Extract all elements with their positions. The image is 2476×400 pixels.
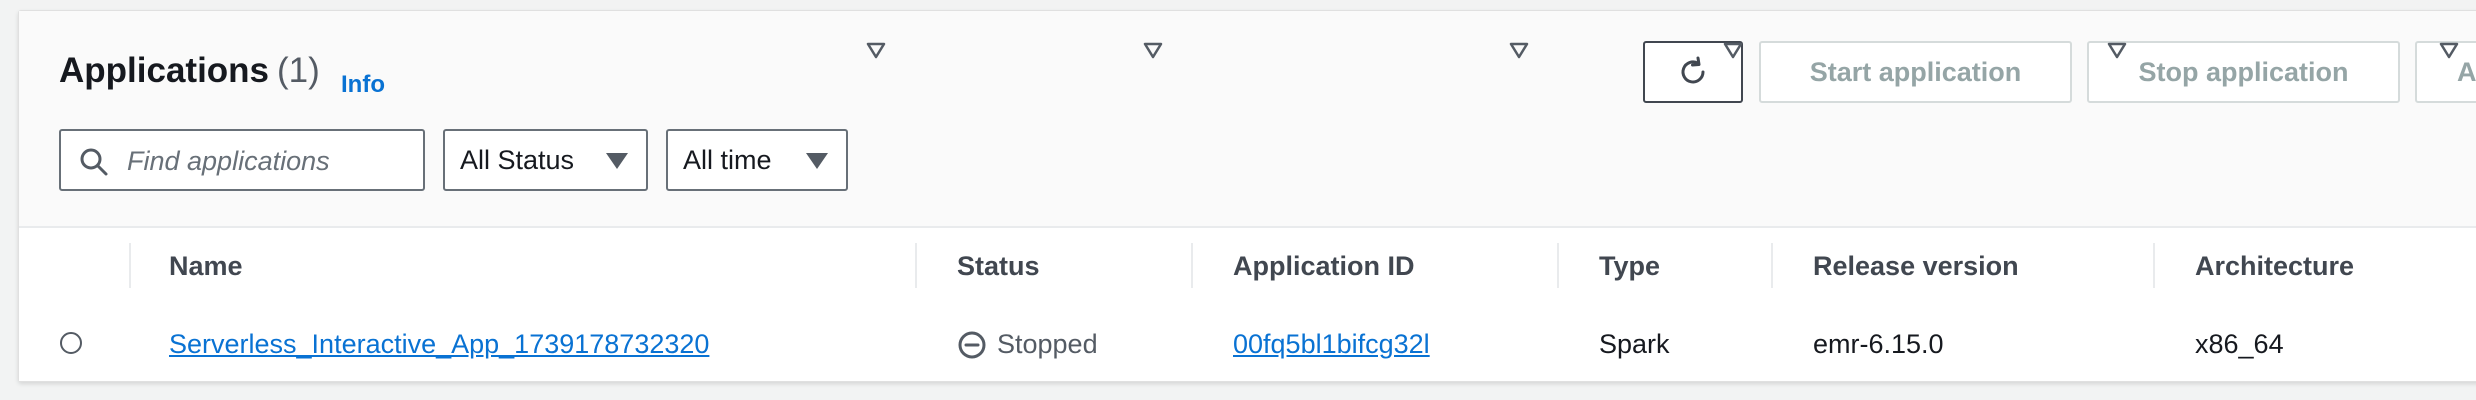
sort-icon[interactable] [2107, 42, 2127, 60]
type-cell: Spark [1599, 329, 1670, 359]
search-field[interactable] [59, 129, 425, 191]
caret-down-icon [806, 153, 828, 169]
application-id-cell: 00fq5bl1bifcg32l [1233, 308, 1430, 381]
column-header-type[interactable]: Type [1599, 226, 1660, 306]
sort-icon[interactable] [2439, 42, 2459, 60]
search-icon [80, 148, 108, 176]
release-version-cell: emr-6.15.0 [1813, 329, 1944, 359]
architecture-cell: x86_64 [2195, 329, 2284, 359]
application-name-link[interactable]: Serverless_Interactive_App_1739178732320 [169, 329, 709, 360]
info-link[interactable]: Info [341, 71, 385, 99]
application-name-cell: Serverless_Interactive_App_1739178732320 [169, 308, 709, 381]
column-header-name[interactable]: Name [169, 226, 243, 306]
stop-application-button[interactable]: Stop application [2087, 41, 2400, 103]
stopped-icon [958, 331, 986, 358]
status-cell: Stopped [957, 308, 1098, 381]
sort-icon[interactable] [1143, 42, 1163, 60]
application-id-link[interactable]: 00fq5bl1bifcg32l [1233, 329, 1430, 360]
sort-icon[interactable] [1509, 42, 1529, 60]
time-filter-select[interactable]: All time [666, 129, 848, 191]
title-text: Applications [59, 51, 270, 90]
column-divider [1191, 243, 1193, 288]
column-header-application-id[interactable]: Application ID [1233, 226, 1415, 306]
caret-down-icon [606, 153, 628, 169]
column-header-release-version[interactable]: Release version [1813, 226, 2019, 306]
sort-icon[interactable] [1723, 42, 1743, 60]
status-text: Stopped [997, 329, 1098, 359]
column-header-architecture[interactable]: Architecture [2195, 226, 2354, 306]
refresh-icon [1681, 56, 1705, 84]
column-divider [1557, 243, 1559, 288]
applications-panel: Applications (1) Info Start application S… [18, 10, 2476, 382]
status-filter-select[interactable]: All Status [443, 129, 648, 191]
column-divider [129, 243, 131, 288]
start-application-button[interactable]: Start application [1759, 41, 2072, 103]
page-title: Applications (1) [59, 51, 320, 91]
column-header-status[interactable]: Status [957, 226, 1040, 306]
application-count: (1) [277, 51, 320, 90]
column-divider [915, 243, 917, 288]
search-input[interactable] [125, 139, 419, 183]
sort-icon[interactable] [866, 42, 886, 60]
row-select-radio[interactable] [60, 332, 82, 354]
status-filter-value: All Status [460, 144, 575, 175]
column-divider [1771, 243, 1773, 288]
column-divider [2153, 243, 2155, 288]
time-filter-value: All time [683, 144, 772, 175]
